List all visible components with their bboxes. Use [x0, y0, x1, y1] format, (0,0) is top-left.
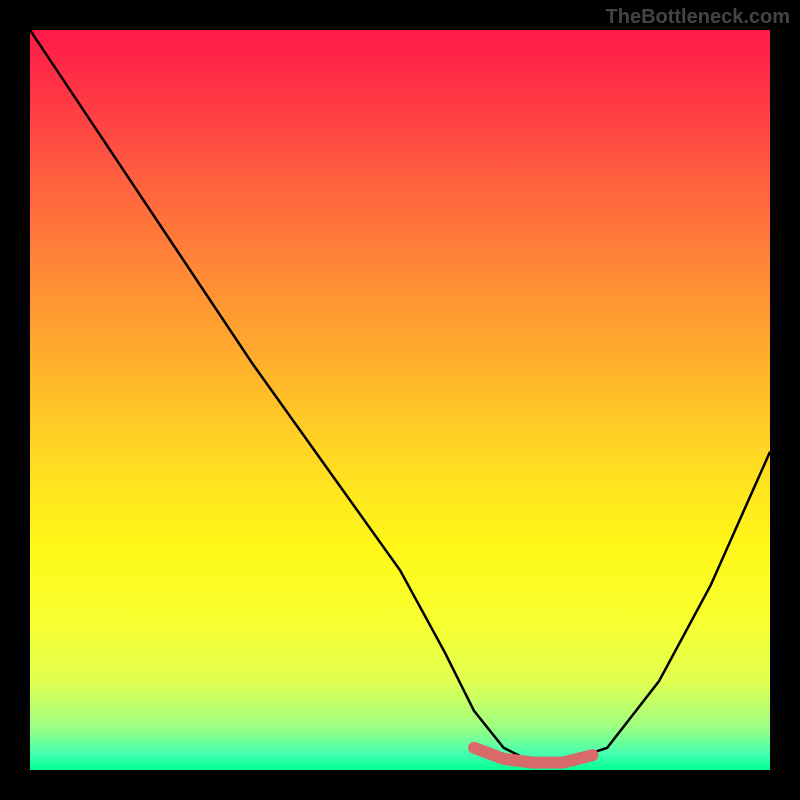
chart-svg [30, 30, 770, 770]
watermark-text: TheBottleneck.com [606, 6, 790, 29]
plot-gradient-area [30, 30, 770, 770]
bottleneck-curve [30, 30, 770, 763]
highlight-segment [474, 748, 592, 763]
